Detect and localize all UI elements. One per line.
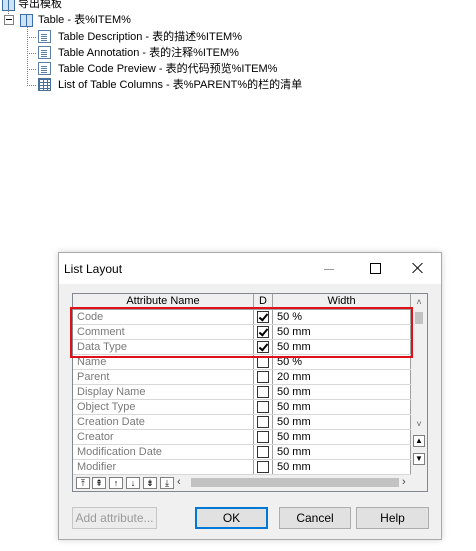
move-to-top-icon[interactable]: ⤒	[76, 477, 90, 489]
display-cell	[254, 385, 273, 399]
display-cell	[254, 460, 273, 474]
width-cell[interactable]: 50 mm	[273, 460, 411, 474]
scroll-right-icon[interactable]: ›	[402, 476, 406, 488]
scroll-up-icon[interactable]: ˄	[411, 294, 427, 310]
scroll-left-icon[interactable]: ‹	[177, 476, 181, 488]
ok-button[interactable]: OK	[195, 507, 268, 529]
horizontal-scroll-thumb[interactable]	[191, 478, 399, 487]
close-icon[interactable]	[395, 253, 441, 284]
tree-node-label: List of Table Columns - 表%PARENT%的栏的清单	[58, 79, 303, 91]
display-checkbox[interactable]	[257, 446, 269, 458]
tree-node-label: 导出模板	[18, 0, 62, 10]
attribute-name-cell[interactable]: Creation Date	[73, 415, 254, 429]
width-cell[interactable]: 50 mm	[273, 415, 411, 429]
highlight-annotation-box	[70, 307, 413, 358]
list-grid-icon	[38, 78, 51, 91]
attribute-name-cell[interactable]: Modification Date	[73, 445, 254, 459]
move-down-icon[interactable]: ↓	[126, 477, 140, 489]
display-checkbox[interactable]	[257, 431, 269, 443]
attribute-name-cell[interactable]: Object Type	[73, 400, 254, 414]
template-tree: 导出模板 Table - 表%ITEM% Table Description -…	[0, 0, 476, 100]
tree-node-label: Table Annotation - 表的注释%ITEM%	[58, 47, 239, 59]
attribute-name-cell[interactable]: Display Name	[73, 385, 254, 399]
attribute-name-cell[interactable]: Modifier	[73, 460, 254, 474]
display-cell	[254, 400, 273, 414]
grid-toolbar: ⤒ ⇞ ↑ ↓ ⇟ ⤓ ‹ ›	[73, 475, 427, 491]
scroll-thumb[interactable]	[415, 312, 423, 324]
table-row[interactable]: Creation Date 50 mm	[73, 415, 411, 430]
display-cell	[254, 430, 273, 444]
vertical-scrollbar[interactable]: ˄ ˅ ▲ ▼	[411, 294, 427, 475]
document-icon	[38, 46, 51, 59]
tree-node-label: Table Code Preview - 表的代码预览%ITEM%	[58, 63, 278, 75]
help-button[interactable]: Help	[356, 507, 429, 529]
move-page-down-icon[interactable]: ⇟	[143, 477, 157, 489]
width-cell[interactable]: 50 mm	[273, 445, 411, 459]
display-checkbox[interactable]	[257, 371, 269, 383]
book-icon	[20, 14, 33, 27]
scroll-page-up-icon[interactable]: ▲	[413, 435, 425, 447]
dialog-title: List Layout	[64, 262, 123, 276]
tree-node-column-list[interactable]: List of Table Columns - 表%PARENT%的栏的清单	[0, 77, 320, 93]
add-attribute-button[interactable]: Add attribute...	[72, 507, 157, 529]
display-checkbox[interactable]	[257, 401, 269, 413]
title-bar[interactable]: List Layout	[59, 253, 441, 284]
collapse-icon[interactable]	[4, 15, 14, 25]
move-page-up-icon[interactable]: ⇞	[92, 477, 106, 489]
move-to-bottom-icon[interactable]: ⤓	[160, 477, 174, 489]
display-cell	[254, 370, 273, 384]
display-checkbox[interactable]	[257, 461, 269, 473]
maximize-icon[interactable]	[352, 253, 398, 284]
tree-node-code-preview[interactable]: Table Code Preview - 表的代码预览%ITEM%	[0, 61, 300, 77]
attribute-name-cell[interactable]: Creator	[73, 430, 254, 444]
width-cell[interactable]: 50 mm	[273, 430, 411, 444]
cancel-button[interactable]: Cancel	[279, 507, 351, 529]
width-cell[interactable]: 50 mm	[273, 385, 411, 399]
table-row[interactable]: Object Type 50 mm	[73, 400, 411, 415]
display-checkbox[interactable]	[257, 416, 269, 428]
tree-node-description[interactable]: Table Description - 表的描述%ITEM%	[0, 29, 300, 45]
tree-node-label: Table Description - 表的描述%ITEM%	[58, 31, 242, 43]
display-cell	[254, 415, 273, 429]
minimize-icon[interactable]	[306, 253, 352, 284]
table-row[interactable]: Modifier 50 mm	[73, 460, 411, 475]
tree-node-table[interactable]: Table - 表%ITEM%	[0, 12, 200, 28]
document-icon	[38, 30, 51, 43]
table-row[interactable]: Parent 20 mm	[73, 370, 411, 385]
tree-node-annotation[interactable]: Table Annotation - 表的注释%ITEM%	[0, 45, 300, 61]
attribute-name-cell[interactable]: Parent	[73, 370, 254, 384]
document-icon	[38, 62, 51, 75]
scroll-down-icon[interactable]: ˅	[411, 417, 427, 431]
width-cell[interactable]: 20 mm	[273, 370, 411, 384]
table-row[interactable]: Modification Date 50 mm	[73, 445, 411, 460]
display-cell	[254, 445, 273, 459]
list-layout-dialog: List Layout Attribute Name D Width Code 5…	[58, 252, 442, 540]
table-row[interactable]: Display Name 50 mm	[73, 385, 411, 400]
width-cell[interactable]: 50 mm	[273, 400, 411, 414]
display-checkbox[interactable]	[257, 386, 269, 398]
scroll-page-down-icon[interactable]: ▼	[413, 453, 425, 465]
table-row[interactable]: Creator 50 mm	[73, 430, 411, 445]
tree-node-label: Table - 表%ITEM%	[38, 14, 131, 26]
move-up-icon[interactable]: ↑	[109, 477, 123, 489]
